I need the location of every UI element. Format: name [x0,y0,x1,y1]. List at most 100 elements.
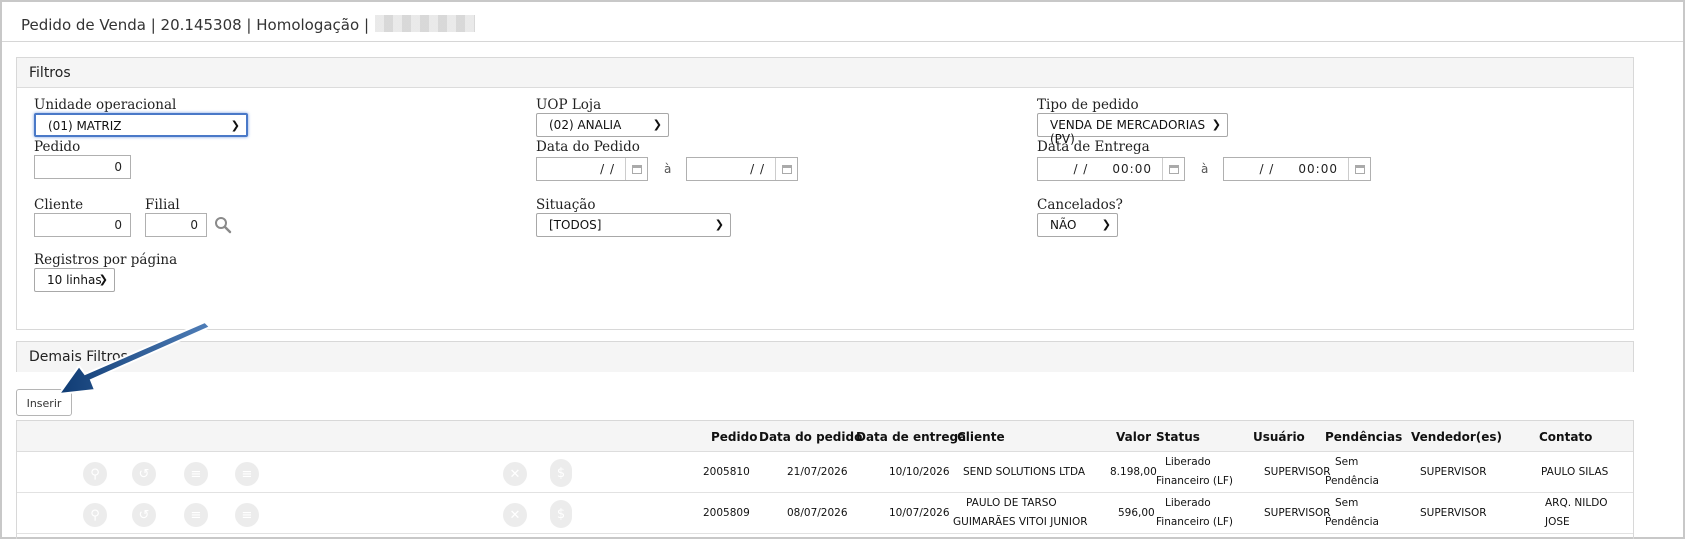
col-contato[interactable]: Contato [1539,430,1592,444]
annotation-arrow [56,320,212,396]
data-entrega-from-value: / / 00:00 [1073,162,1152,176]
tipo-label: Tipo de pedido [1037,97,1139,113]
chevron-down-icon: ❯ [98,273,108,286]
title-bar: Pedido de Venda | 20.145308 | Homologaçã… [2,2,1683,42]
cell-pedido: 2005809 [703,507,750,519]
col-data-entrega[interactable]: Data de entrega [856,430,966,444]
cliente-input[interactable]: 0 [34,213,131,237]
cell-pend-line2: Pendência [1325,516,1379,528]
dollar-icon[interactable]: $ [550,500,572,528]
cell-status-line1: Liberado [1165,497,1211,509]
cell-contato-line1: ARQ. NILDO [1545,497,1608,509]
unidade-select-value: (01) MATRIZ [48,119,122,133]
history-icon[interactable]: ↺ [132,462,156,486]
chevron-down-icon: ❯ [652,118,662,131]
filters-heading: Filtros [17,58,1633,88]
range-separator: à [664,162,672,176]
more-filters-panel[interactable]: Demais Filtros [16,341,1634,372]
registros-select[interactable]: 10 linhas ❯ [34,268,115,292]
cell-cliente: SEND SOLUTIONS LTDA [963,466,1086,478]
unidade-label: Unidade operacional [34,97,177,113]
cell-valor: 596,00 [1118,507,1155,519]
table-row[interactable]: ⚲ ↺ ≡ ≡ ✕ $ 2005810 21/07/2026 10/10/202… [17,452,1633,493]
situacao-select-value: [TODOS] [549,218,602,232]
col-data-pedido[interactable]: Data do pedido [759,430,862,444]
cell-valor: 8.198,00 [1110,466,1157,478]
orders-table: Pedido Data do pedido Data de entrega Cl… [16,420,1634,539]
calendar-icon[interactable] [625,158,647,180]
list-icon[interactable]: ≡ [184,503,208,527]
cell-cliente-line1: PAULO DE TARSO [966,497,1057,509]
cell-usuario: SUPERVISOR [1264,507,1331,519]
cell-cliente-line2: GUIMARÃES VITOI JUNIOR [953,516,1088,528]
data-entrega-from[interactable]: / / 00:00 [1037,157,1185,181]
page-title: Pedido de Venda | 20.145308 | Homologaçã… [21,15,475,34]
menu-icon[interactable]: ≡ [235,503,259,527]
registros-select-value: 10 linhas [47,273,102,287]
data-pedido-to-value: / / [750,162,765,176]
cell-pend-line2: Pendência [1325,475,1379,487]
cell-usuario: SUPERVISOR [1264,466,1331,478]
cancel-icon[interactable]: ✕ [503,462,527,486]
cell-pedido: 2005810 [703,466,750,478]
uop-select-value: (02) ANALIA [549,118,622,132]
situacao-select[interactable]: [TODOS] ❯ [536,213,731,237]
cell-data-pedido: 21/07/2026 [787,466,848,478]
cell-status-line1: Liberado [1165,456,1211,468]
uop-label: UOP Loja [536,97,602,113]
cell-contato-line2: JOSE [1545,516,1570,528]
cancelados-select[interactable]: NÃO ❯ [1037,213,1118,237]
col-pedido[interactable]: Pedido [711,430,757,444]
uop-select[interactable]: (02) ANALIA ❯ [536,113,669,137]
range-separator: à [1201,162,1209,176]
data-pedido-from[interactable]: / / [536,157,648,181]
col-pendencias[interactable]: Pendências [1325,430,1402,444]
filters-panel: Filtros [16,57,1634,330]
col-valor[interactable]: Valor [1116,430,1151,444]
dollar-icon[interactable]: $ [550,459,572,487]
cell-vendedor: SUPERVISOR [1420,466,1487,478]
filial-label: Filial [145,197,180,213]
more-filters-heading[interactable]: Demais Filtros [17,342,1633,372]
calendar-icon[interactable] [775,158,797,180]
cell-data-entrega: 10/07/2026 [889,507,950,519]
table-row[interactable]: ⚲ ↺ ≡ ≡ ✕ $ 2005809 08/07/2026 10/07/202… [17,493,1633,534]
cancel-icon[interactable]: ✕ [503,503,527,527]
unidade-select[interactable]: (01) MATRIZ ❯ [34,113,248,137]
tipo-select[interactable]: VENDA DE MERCADORIAS (PV) ❯ [1037,113,1228,146]
search-icon[interactable] [214,216,232,234]
chevron-down-icon: ❯ [1101,218,1111,231]
search-icon[interactable]: ⚲ [83,462,107,486]
data-pedido-to[interactable]: / / [686,157,798,181]
menu-icon[interactable]: ≡ [235,462,259,486]
col-cliente[interactable]: Cliente [957,430,1005,444]
data-pedido-label: Data do Pedido [536,139,640,155]
calendar-icon[interactable] [1162,158,1184,180]
filial-input[interactable]: 0 [145,213,207,237]
chevron-down-icon: ❯ [230,119,240,132]
data-pedido-from-value: / / [600,162,615,176]
cell-pend-line1: Sem [1335,497,1359,509]
data-entrega-to-value: / / 00:00 [1259,162,1338,176]
pedido-input[interactable]: 0 [34,155,131,179]
cell-vendedor: SUPERVISOR [1420,507,1487,519]
chevron-down-icon: ❯ [714,218,724,231]
registros-label: Registros por página [34,252,178,268]
cliente-label: Cliente [34,197,84,213]
col-usuario[interactable]: Usuário [1253,430,1305,444]
history-icon[interactable]: ↺ [132,503,156,527]
calendar-icon[interactable] [1348,158,1370,180]
cancelados-label: Cancelados? [1037,197,1123,213]
col-status[interactable]: Status [1156,430,1200,444]
cell-status-line2: Financeiro (LF) [1156,475,1234,487]
search-icon[interactable]: ⚲ [83,503,107,527]
col-vendedores[interactable]: Vendedor(es) [1411,430,1502,444]
cell-data-pedido: 08/07/2026 [787,507,848,519]
cell-status-line2: Financeiro (LF) [1156,516,1234,528]
situacao-label: Situação [536,197,596,213]
redacted-environment [375,15,475,32]
data-entrega-to[interactable]: / / 00:00 [1223,157,1371,181]
list-icon[interactable]: ≡ [184,462,208,486]
cancelados-select-value: NÃO [1050,218,1077,232]
page-title-text: Pedido de Venda | 20.145308 | Homologaçã… [21,16,369,34]
